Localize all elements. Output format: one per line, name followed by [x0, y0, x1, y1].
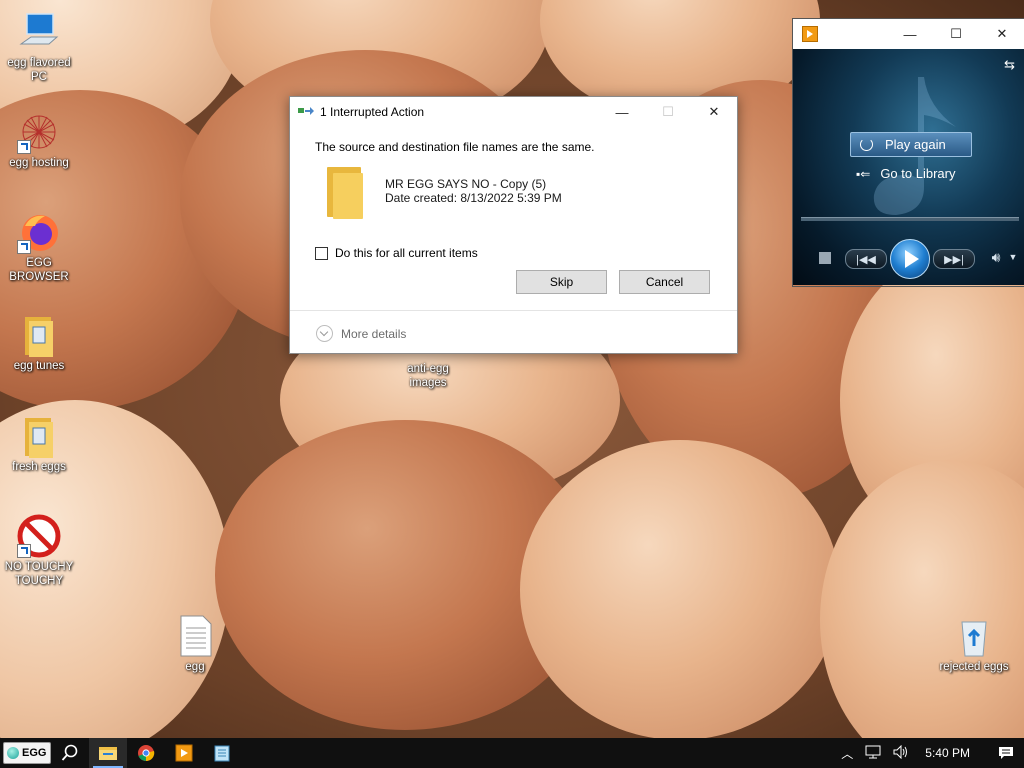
start-orb-icon	[7, 747, 19, 759]
replay-icon	[860, 138, 873, 151]
desktop-icon-egg-tunes[interactable]: egg tunes	[1, 313, 77, 373]
folder-icon	[17, 414, 61, 458]
system-tray: ︿	[835, 744, 915, 762]
go-to-library-button[interactable]: ▪⇐ Go to Library	[856, 166, 955, 181]
desktop-icon-no-touchy-touchy[interactable]: NO TOUCHY TOUCHY	[1, 514, 77, 588]
desktop-icon-label: rejected eggs	[939, 661, 1009, 673]
desktop-icon-egg-browser[interactable]: EGG BROWSER	[1, 210, 77, 284]
conflict-file-item[interactable]: MR EGG SAYS NO - Copy (5) Date created: …	[325, 165, 562, 219]
start-button[interactable]: EGG	[3, 742, 51, 764]
desktop-icon-label: egg hosting	[9, 157, 69, 169]
play-again-button[interactable]: Play again	[850, 132, 972, 157]
go-to-library-label: Go to Library	[880, 166, 956, 181]
show-hidden-icons-chevron-icon[interactable]: ︿	[841, 745, 853, 762]
firefox-icon	[17, 210, 61, 254]
shortcut-arrow-icon	[17, 240, 31, 254]
desktop-icon-egg[interactable]: egg	[157, 614, 233, 674]
player-title-bar[interactable]: — ☐ ✕	[793, 19, 1024, 49]
play-again-label: Play again	[885, 137, 946, 152]
next-button[interactable]: ▶▶|	[933, 249, 975, 269]
desktop-icon-label: egg flavored PC	[7, 57, 71, 83]
library-icon: ▪⇐	[856, 166, 871, 181]
maximize-button: ☐	[662, 104, 674, 119]
stop-button[interactable]	[819, 252, 831, 264]
desktop-icon-fresh-eggs[interactable]: fresh eggs	[1, 414, 77, 474]
player-close-button[interactable]: ✕	[979, 19, 1024, 49]
taskbar: EGG ︿ 5:40 PM	[0, 738, 1024, 768]
starburst-icon	[17, 110, 61, 154]
volume-icon[interactable]	[893, 744, 909, 762]
apply-all-checkbox[interactable]	[315, 246, 328, 260]
desktop-icon-label: egg	[185, 661, 205, 673]
dialog-footer: More details	[290, 310, 737, 354]
file-explorer-icon[interactable]	[89, 738, 127, 768]
media-player-icon[interactable]	[165, 738, 203, 768]
desktop-icon-rejected-eggs[interactable]: rejected eggs	[936, 614, 1012, 674]
player-minimize-button[interactable]: —	[887, 19, 933, 49]
dialog-title-bar[interactable]: 1 Interrupted Action — ☐ ✕	[290, 97, 737, 127]
shortcut-arrow-icon	[17, 544, 31, 558]
more-details-toggle[interactable]: More details	[316, 325, 406, 342]
desktop-icon-label: EGG BROWSER	[9, 257, 69, 283]
now-playing-area: ⇆ Play again ▪⇐ Go to Library |◀◀ ▶▶| 🔊︎…	[793, 49, 1024, 285]
media-player-window: — ☐ ✕ ⇆ Play again ▪⇐ Go to Library |◀◀ …	[792, 18, 1024, 287]
volume-dropdown-icon[interactable]: ▼	[1007, 247, 1019, 267]
desktop-icon-label: fresh eggs	[12, 461, 66, 473]
apply-all-label: Do this for all current items	[335, 246, 478, 260]
computer-icon	[17, 10, 61, 54]
cancel-button[interactable]: Cancel	[619, 270, 710, 294]
network-icon[interactable]	[865, 745, 881, 762]
folder-icon	[17, 313, 61, 357]
dialog-title: 1 Interrupted Action	[320, 105, 425, 119]
shortcut-arrow-icon	[17, 140, 31, 154]
search-icon[interactable]	[51, 738, 89, 768]
media-player-icon	[802, 26, 818, 42]
file-name: MR EGG SAYS NO - Copy (5)	[385, 177, 547, 191]
desktop-icon-label: egg tunes	[13, 360, 65, 372]
minimize-button[interactable]: —	[599, 97, 645, 127]
player-maximize-button[interactable]: ☐	[933, 19, 979, 49]
close-button[interactable]: ✕	[691, 97, 737, 127]
desktop-icon-egg-flavored-pc[interactable]: egg flavored PC	[1, 10, 77, 84]
desktop-icon-label: NO TOUCHY TOUCHY	[4, 561, 74, 587]
play-button[interactable]	[890, 239, 930, 279]
skip-button[interactable]: Skip	[516, 270, 607, 294]
switch-to-library-icon[interactable]: ⇆	[1004, 57, 1015, 73]
prohibited-icon	[17, 514, 61, 558]
chrome-icon[interactable]	[127, 738, 165, 768]
seek-bar[interactable]	[801, 217, 1019, 221]
desktop-icon-label: anti-egg images	[407, 363, 449, 389]
interrupted-action-dialog: 1 Interrupted Action — ☐ ✕ The source an…	[289, 96, 738, 354]
text-file-icon	[173, 614, 217, 658]
file-transfer-icon	[298, 105, 314, 119]
start-label: EGG	[22, 747, 47, 759]
recycle-bin-icon	[952, 614, 996, 658]
folder-icon	[325, 165, 363, 219]
desktop-icon-egg-hosting[interactable]: egg hosting	[1, 110, 77, 170]
dialog-message: The source and destination file names ar…	[315, 140, 595, 154]
chevron-down-icon	[316, 325, 333, 342]
taskbar-clock[interactable]: 5:40 PM	[925, 746, 970, 760]
file-date: Date created: 8/13/2022 5:39 PM	[385, 191, 562, 205]
volume-icon[interactable]: 🔊︎	[985, 247, 1007, 267]
more-details-label: More details	[341, 326, 407, 341]
notepad-icon[interactable]	[203, 738, 241, 768]
previous-button[interactable]: |◀◀	[845, 249, 887, 269]
notifications-icon[interactable]	[988, 738, 1024, 768]
apply-all-checkbox-row[interactable]: Do this for all current items	[315, 246, 478, 260]
